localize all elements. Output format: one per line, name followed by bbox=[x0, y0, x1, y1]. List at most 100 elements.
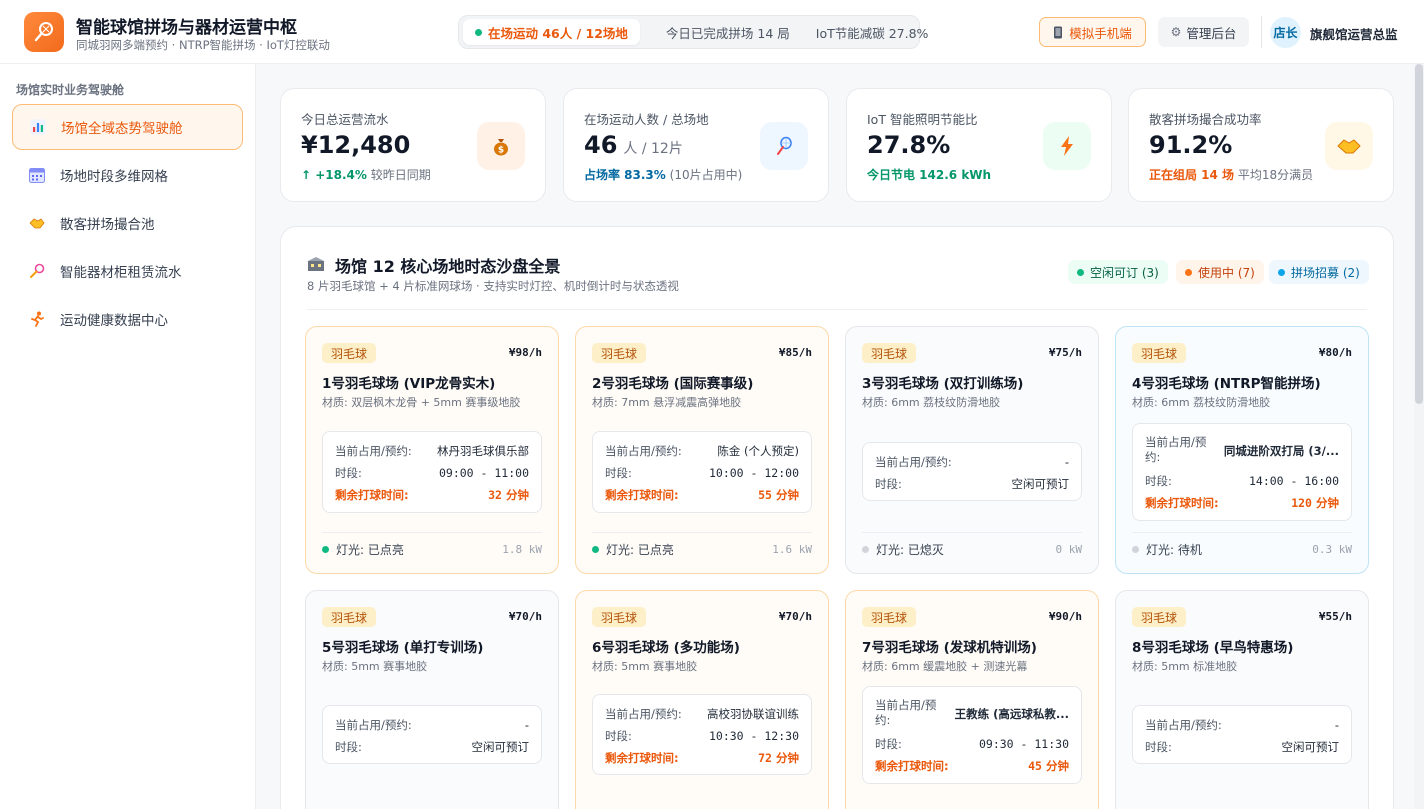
court-price: ¥55/h bbox=[1318, 610, 1352, 623]
light-dot-icon bbox=[592, 546, 599, 553]
court-price: ¥85/h bbox=[778, 346, 812, 359]
occupant-row: 当前占用/预约: - bbox=[335, 718, 529, 732]
legend-idle[interactable]: 空闲可订 (3) bbox=[1068, 260, 1168, 284]
card-divider bbox=[862, 532, 1082, 533]
simulate-mobile-label: 模拟手机端 bbox=[1069, 25, 1132, 41]
simulate-mobile-button[interactable]: 模拟手机端 bbox=[1039, 17, 1146, 47]
svg-text:$: $ bbox=[498, 146, 504, 156]
slot-row: 时段: 10:00 - 12:00 bbox=[605, 466, 799, 480]
stat-card-occupancy: 在场运动人数 / 总场地 46 人 / 12片 占场率 83.3% (10片占用中… bbox=[563, 88, 829, 202]
sidebar-item-dashboard[interactable]: 场馆全域态势驾驶舱 bbox=[12, 104, 243, 150]
stat-sub: 今日节电 142.6 kWh bbox=[867, 168, 992, 182]
occupant-row: 当前占用/预约: - bbox=[1145, 718, 1339, 732]
court-card-6[interactable]: 羽毛球 ¥70/h 6号羽毛球场 (多功能场) 材质: 5mm 赛事地胶 当前占… bbox=[575, 590, 829, 809]
court-material: 材质: 6mm 荔枝纹防滑地胶 bbox=[862, 396, 1001, 409]
court-card-4[interactable]: 羽毛球 ¥80/h 4号羽毛球场 (NTRP智能拼场) 材质: 6mm 荔枝纹防… bbox=[1115, 326, 1369, 574]
sidebar-item-matchmaking[interactable]: 散客拼场撮合池 bbox=[12, 200, 243, 246]
sidebar-item-label: 场地时段多维网格 bbox=[60, 169, 168, 185]
legend-recruit[interactable]: 拼场招募 (2) bbox=[1269, 260, 1369, 284]
legend-label: 使用中 (7) bbox=[1198, 265, 1255, 280]
power-reading: 1.8 kW bbox=[502, 543, 542, 556]
sidebar-item-health-data[interactable]: 运动健康数据中心 bbox=[12, 296, 243, 342]
court-name: 4号羽毛球场 (NTRP智能拼场) bbox=[1132, 376, 1321, 392]
booking-box: 当前占用/预约: - 时段: 空闲可预订 bbox=[862, 442, 1082, 501]
money-bag-icon: $ bbox=[477, 122, 525, 170]
court-name: 8号羽毛球场 (早鸟特惠场) bbox=[1132, 640, 1294, 656]
court-name: 7号羽毛球场 (发球机特训场) bbox=[862, 640, 1037, 656]
booking-box: 当前占用/预约: 同城进阶双打局 (3/... 时段: 14:00 - 16:00 … bbox=[1132, 423, 1352, 521]
sport-tag: 羽毛球 bbox=[862, 343, 917, 363]
court-card-3[interactable]: 羽毛球 ¥75/h 3号羽毛球场 (双打训练场) 材质: 6mm 荔枝纹防滑地胶… bbox=[845, 326, 1099, 574]
sidebar-item-label: 运动健康数据中心 bbox=[60, 313, 168, 329]
stat-label: 在场运动人数 / 总场地 bbox=[584, 112, 709, 127]
sport-tag: 羽毛球 bbox=[322, 607, 377, 627]
court-material: 材质: 5mm 标准地胶 bbox=[1132, 660, 1238, 673]
stat-value: 46 人 / 12片 bbox=[584, 131, 683, 159]
status-iot[interactable]: IoT节能减碳 27.8% bbox=[816, 23, 929, 42]
handshake-icon bbox=[28, 214, 46, 232]
sport-tag: 羽毛球 bbox=[862, 607, 917, 627]
legend-dot bbox=[1077, 268, 1084, 276]
booking-box: 当前占用/预约: - 时段: 空闲可预订 bbox=[322, 705, 542, 764]
stat-sub: 正在组局 14 场 平均18分满员 bbox=[1149, 168, 1314, 182]
sidebar-item-equipment-rental[interactable]: 智能器材柜租赁流水 bbox=[12, 248, 243, 294]
light-status[interactable]: 灯光: 已点亮 bbox=[592, 541, 674, 558]
admin-label: 管理后台 bbox=[1186, 25, 1237, 41]
app-title: 智能球馆拼场与器材运营中枢 bbox=[76, 18, 297, 38]
status-active-label: 在场运动 46人 / 12场地 bbox=[488, 25, 628, 41]
admin-button[interactable]: ⚙ 管理后台 bbox=[1158, 17, 1249, 47]
booking-box: 当前占用/预约: 王教练 (高远球私教... 时段: 09:30 - 11:30 剩… bbox=[862, 686, 1082, 784]
booking-box: 当前占用/预约: 林丹羽毛球俱乐部 时段: 09:00 - 11:00 剩余打球时间… bbox=[322, 431, 542, 513]
light-status[interactable]: 灯光: 已点亮 bbox=[322, 541, 404, 558]
stat-label: 今日总运营流水 bbox=[301, 112, 389, 127]
sidebar: 场馆实时业务驾驶舱 场馆全域态势驾驶舱 场地时段多维网格 散客拼场撮合池 智能器… bbox=[0, 64, 256, 809]
stadium-icon bbox=[307, 256, 325, 272]
sidebar-heading: 场馆实时业务驾驶舱 bbox=[16, 83, 125, 97]
sport-tag: 羽毛球 bbox=[592, 607, 647, 627]
legend-in-use[interactable]: 使用中 (7) bbox=[1176, 260, 1264, 284]
stat-sub: ↑ +18.4% 较昨日同期 bbox=[301, 168, 431, 182]
sidebar-item-label: 智能器材柜租赁流水 bbox=[60, 265, 182, 281]
status-done[interactable]: 今日已完成拼场 14 局 bbox=[666, 23, 790, 42]
page-scrollbar-thumb[interactable] bbox=[1415, 64, 1423, 404]
sport-tag: 羽毛球 bbox=[592, 343, 647, 363]
user-name[interactable]: 旗舰馆运营总监 bbox=[1310, 24, 1398, 43]
court-card-8[interactable]: 羽毛球 ¥55/h 8号羽毛球场 (早鸟特惠场) 材质: 5mm 标准地胶 当前… bbox=[1115, 590, 1369, 809]
slot-row: 时段: 14:00 - 16:00 bbox=[1145, 474, 1339, 488]
panel-divider bbox=[307, 309, 1367, 310]
live-status-bar: 在场运动 46人 / 12场地 今日已完成拼场 14 局 IoT节能减碳 27.… bbox=[458, 15, 928, 49]
sport-tag: 羽毛球 bbox=[1132, 343, 1187, 363]
occupant-row: 当前占用/预约: 陈金 (个人预定) bbox=[605, 444, 799, 458]
light-status[interactable]: 灯光: 待机 bbox=[1132, 541, 1202, 558]
court-card-5[interactable]: 羽毛球 ¥70/h 5号羽毛球场 (单打专训场) 材质: 5mm 赛事地胶 当前… bbox=[305, 590, 559, 809]
court-material: 材质: 6mm 荔枝纹防滑地胶 bbox=[1132, 396, 1271, 409]
phone-icon bbox=[1054, 26, 1063, 38]
court-material: 材质: 5mm 赛事地胶 bbox=[322, 660, 428, 673]
court-price: ¥80/h bbox=[1318, 346, 1352, 359]
light-dot-icon bbox=[1132, 546, 1139, 553]
power-reading: 1.6 kW bbox=[772, 543, 812, 556]
court-price: ¥98/h bbox=[508, 346, 542, 359]
stat-label: IoT 智能照明节能比 bbox=[867, 112, 978, 127]
sidebar-item-schedule-grid[interactable]: 场地时段多维网格 bbox=[12, 152, 243, 198]
avatar[interactable]: 店长 bbox=[1270, 17, 1301, 48]
light-status[interactable]: 灯光: 已熄灭 bbox=[862, 541, 944, 558]
handshake-icon bbox=[1325, 122, 1373, 170]
occupant-row: 当前占用/预约: 林丹羽毛球俱乐部 bbox=[335, 444, 529, 458]
court-card-1[interactable]: 羽毛球 ¥98/h 1号羽毛球场 (VIP龙骨实木) 材质: 双层枫木龙骨 + … bbox=[305, 326, 559, 574]
court-name: 5号羽毛球场 (单打专训场) bbox=[322, 640, 484, 656]
power-reading: 0 kW bbox=[1055, 543, 1083, 556]
racket-icon bbox=[28, 262, 46, 280]
slot-row: 时段: 09:30 - 11:30 bbox=[875, 737, 1069, 751]
court-card-2[interactable]: 羽毛球 ¥85/h 2号羽毛球场 (国际赛事级) 材质: 7mm 悬浮减震高弹地… bbox=[575, 326, 829, 574]
sport-tag: 羽毛球 bbox=[1132, 607, 1187, 627]
gear-icon: ⚙ bbox=[1170, 25, 1182, 39]
card-divider bbox=[592, 532, 812, 533]
status-active-tab[interactable]: 在场运动 46人 / 12场地 bbox=[463, 19, 640, 45]
court-card-7[interactable]: 羽毛球 ¥90/h 7号羽毛球场 (发球机特训场) 材质: 6mm 缓震地胶 +… bbox=[845, 590, 1099, 809]
light-dot-icon bbox=[862, 546, 869, 553]
legend-dot bbox=[1278, 268, 1285, 276]
court-price: ¥70/h bbox=[778, 610, 812, 623]
court-name: 6号羽毛球场 (多功能场) bbox=[592, 640, 740, 656]
runner-icon bbox=[28, 310, 46, 328]
